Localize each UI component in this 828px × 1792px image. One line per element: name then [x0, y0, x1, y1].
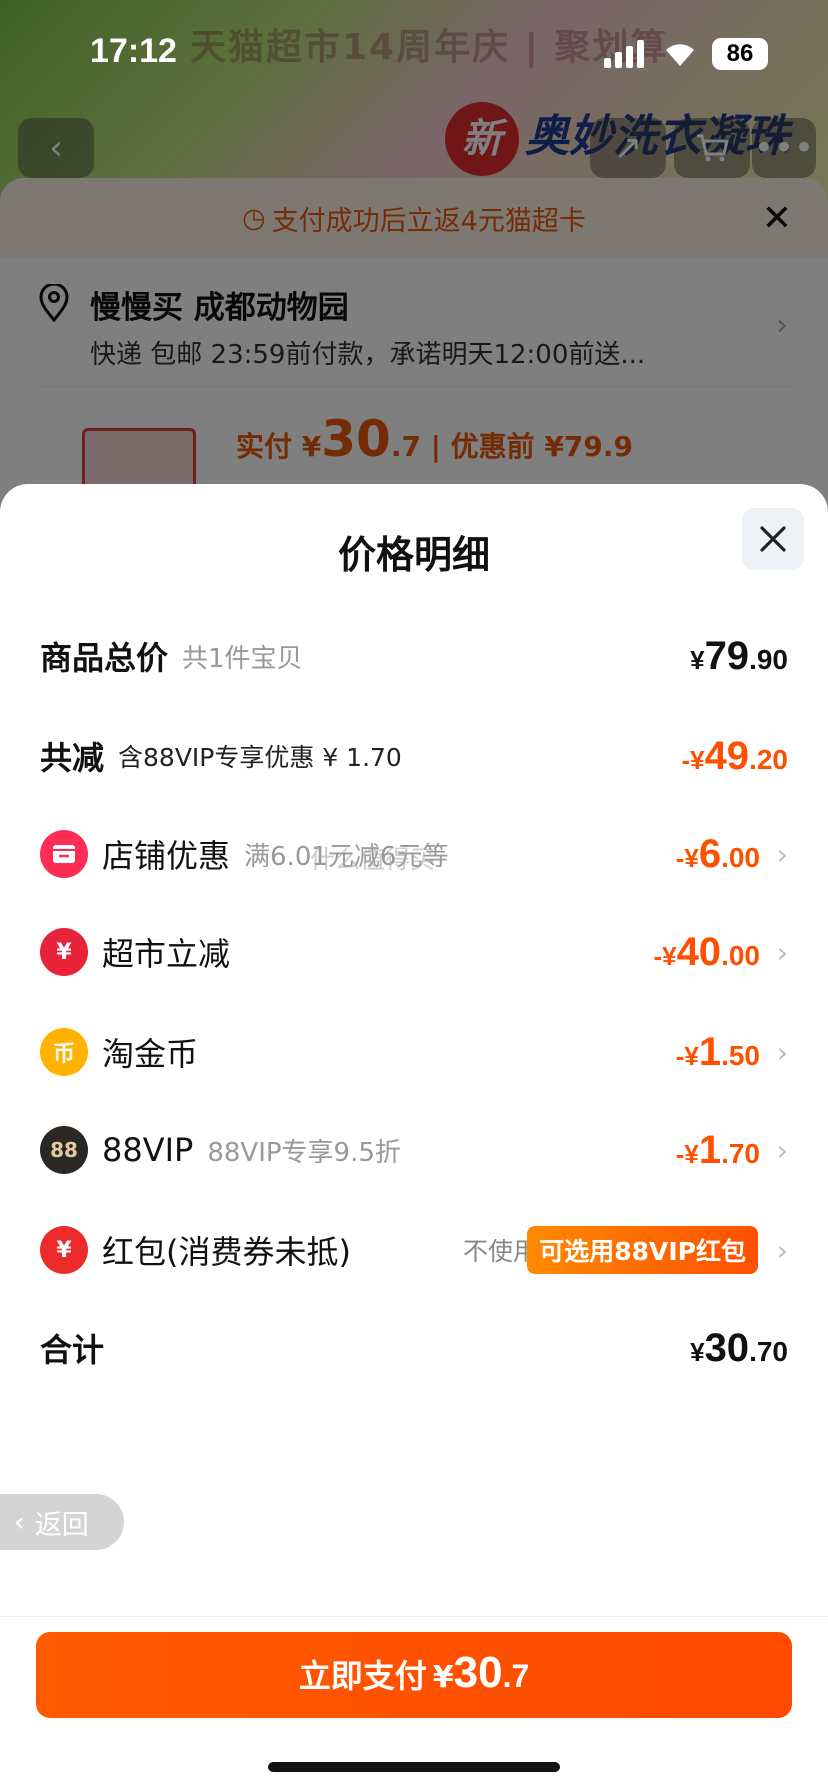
currency: -¥ — [653, 940, 677, 971]
row-reduction: 共减 含88VIP专享优惠 ¥ 1.70 -¥ 49.20 — [40, 726, 788, 786]
vip-amount: -¥ 1.70 — [676, 1128, 760, 1173]
vip-sub: 88VIP专享9.5折 — [207, 1137, 401, 1168]
currency: ¥ — [690, 644, 705, 675]
shop-discount-label: 店铺优惠 — [102, 837, 231, 875]
chevron-right-icon: › — [776, 1233, 788, 1267]
row-market-discount[interactable]: ¥ 超市立减 -¥ 40.00 › — [40, 922, 788, 982]
row-coin[interactable]: 币 淘金币 -¥ 1.50 › — [40, 1022, 788, 1082]
sum-amount: ¥30.70 — [690, 1326, 788, 1371]
chevron-left-icon: ‹ — [14, 1506, 25, 1538]
red-packet-icon: ¥ — [40, 1226, 88, 1274]
row-vip[interactable]: 88 88VIP 88VIP专享9.5折 -¥ 1.70 › — [40, 1120, 788, 1180]
signal-icon — [604, 40, 644, 68]
currency: -¥ — [675, 842, 699, 873]
pay-currency: ¥ — [432, 1660, 454, 1695]
currency: ¥ — [690, 1336, 705, 1367]
total-goods-count: 共1件宝贝 — [182, 643, 303, 674]
currency: -¥ — [675, 1040, 699, 1071]
amount-dec: .20 — [749, 743, 788, 775]
chevron-right-icon: › — [776, 1133, 788, 1167]
price-detail-modal: 价格明细 商品总价 共1件宝贝 ¥79.90 共减 含88VIP专享优惠 ¥ 1… — [0, 484, 828, 1792]
amount-dec: .50 — [721, 1039, 760, 1071]
amount-int: 1 — [698, 1127, 722, 1172]
status-time: 17:12 — [90, 32, 177, 70]
total-goods-amount: ¥79.90 — [690, 634, 788, 679]
pay-int: 30 — [453, 1648, 503, 1697]
reduction-amount: -¥ 49.20 — [681, 734, 788, 779]
modal-title: 价格明细 — [337, 533, 490, 577]
chevron-right-icon: › — [776, 935, 788, 969]
amount-int: 30 — [704, 1325, 750, 1370]
vip-label: 88VIP — [102, 1131, 194, 1169]
amount-dec: .00 — [721, 841, 760, 873]
amount-int: 40 — [676, 929, 722, 974]
vip-red-packet-badge[interactable]: 可选用88VIP红包 — [527, 1226, 758, 1274]
row-red-packet[interactable]: ¥ 红包(消费券未抵) 不使用 可选用88VIP红包 › — [40, 1220, 788, 1280]
divider — [0, 1616, 828, 1617]
market-discount-label: 超市立减 — [102, 935, 231, 973]
shop-discount-amount: -¥ 6.00 — [676, 832, 760, 877]
amount-int: 6 — [698, 831, 722, 876]
amount-int: 49 — [704, 733, 750, 778]
battery-indicator: 86 — [712, 38, 768, 70]
amount-int: 79 — [704, 633, 750, 678]
coin-icon: 币 — [40, 1028, 88, 1076]
sum-label: 合计 — [40, 1331, 105, 1369]
modal-close-button[interactable] — [742, 508, 804, 570]
yen-cut-icon: ¥ — [40, 928, 88, 976]
back-label: 返回 — [34, 1509, 89, 1541]
amount-dec: .70 — [721, 1137, 760, 1169]
amount-dec: .00 — [721, 939, 760, 971]
watermark: 什么值得买 — [310, 845, 436, 874]
amount-int: 1 — [698, 1029, 722, 1074]
wifi-icon — [666, 44, 694, 66]
close-icon — [760, 526, 786, 552]
home-indicator[interactable] — [268, 1762, 560, 1772]
chevron-right-icon: › — [776, 1035, 788, 1069]
currency: -¥ — [681, 744, 705, 775]
reduction-sub: 含88VIP专享优惠 ¥ 1.70 — [118, 743, 402, 772]
total-goods-label: 商品总价 — [40, 639, 169, 677]
row-sum: 合计 ¥30.70 — [40, 1318, 788, 1378]
amount-dec: .70 — [749, 1335, 788, 1367]
status-bar: 17:12 86 — [0, 0, 828, 110]
reduction-label: 共减 — [40, 739, 105, 777]
pay-dec: .7 — [502, 1658, 530, 1694]
row-total-goods: 商品总价 共1件宝贝 ¥79.90 — [40, 626, 788, 686]
currency: -¥ — [675, 1138, 699, 1169]
back-button[interactable]: ‹ 返回 — [0, 1494, 124, 1550]
pay-now-button[interactable]: 立即支付 ¥ 30 .7 — [36, 1632, 792, 1718]
vip-icon: 88 — [40, 1126, 88, 1174]
red-packet-label: 红包(消费券未抵) — [102, 1233, 351, 1271]
chevron-right-icon: › — [776, 837, 788, 871]
shop-icon — [40, 830, 88, 878]
market-discount-amount: -¥ 40.00 — [653, 930, 760, 975]
coin-amount: -¥ 1.50 — [676, 1030, 760, 1075]
amount-dec: .90 — [749, 643, 788, 675]
coin-label: 淘金币 — [102, 1035, 199, 1073]
pay-label: 立即支付 — [298, 1657, 427, 1695]
